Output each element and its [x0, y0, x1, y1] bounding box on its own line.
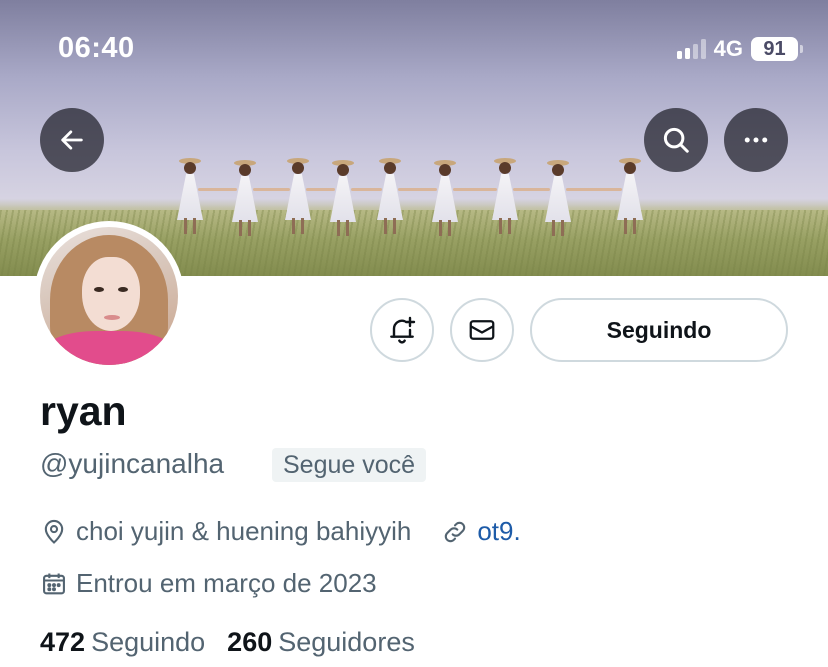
banner-arms	[513, 188, 550, 191]
battery-icon: 91	[751, 37, 803, 61]
joined-text: Entrou em março de 2023	[76, 568, 377, 598]
back-button[interactable]	[40, 108, 104, 172]
notify-button[interactable]	[370, 298, 434, 362]
status-indicators: 4G 91	[676, 36, 803, 62]
followers-count: 260	[227, 627, 273, 657]
banner-arms	[453, 188, 497, 191]
banner-arms	[306, 188, 335, 191]
envelope-icon	[469, 320, 495, 340]
status-time: 06:40	[58, 32, 135, 64]
calendar-icon	[43, 573, 65, 594]
profile-meta-joined: Entrou em março de 2023	[40, 568, 377, 599]
banner-arms	[398, 188, 437, 191]
network-type: 4G	[713, 36, 743, 61]
location-pin-icon	[44, 519, 64, 544]
link-text[interactable]: ot9.	[477, 516, 520, 547]
banner-arms	[198, 188, 237, 191]
more-horizontal-icon	[744, 137, 768, 143]
message-button[interactable]	[450, 298, 514, 362]
banner-arms	[566, 188, 622, 191]
search-button[interactable]	[644, 108, 708, 172]
profile-name: ryan	[40, 388, 127, 434]
more-options-button[interactable]	[724, 108, 788, 172]
profile-handle: @yujincanalha	[40, 448, 225, 479]
profile-link[interactable]: ot9.	[441, 516, 521, 547]
banner-arms	[253, 188, 290, 191]
followers-label: Seguidores	[278, 627, 415, 657]
bell-plus-icon	[390, 316, 416, 344]
followers-count-link[interactable]: 260 Seguidores	[227, 627, 415, 658]
following-label: Seguindo	[91, 627, 206, 657]
location-text: choi yujin & huening bahiyyih	[76, 516, 412, 546]
avatar-image	[40, 227, 178, 365]
following-button[interactable]: Seguindo	[530, 298, 788, 362]
banner-arms	[351, 188, 382, 191]
avatar[interactable]	[34, 221, 184, 371]
follows-you-badge: Segue você	[272, 448, 427, 482]
search-icon	[663, 127, 689, 153]
following-count: 472	[40, 627, 86, 657]
link-icon	[445, 521, 466, 542]
follow-counts: 472 Seguindo 260 Seguidores	[40, 627, 415, 658]
profile-meta-location: choi yujin & huening bahiyyih ot9.	[40, 516, 521, 547]
arrow-left-icon	[61, 130, 83, 150]
following-count-link[interactable]: 472 Seguindo	[40, 627, 205, 658]
signal-icon	[676, 39, 706, 59]
